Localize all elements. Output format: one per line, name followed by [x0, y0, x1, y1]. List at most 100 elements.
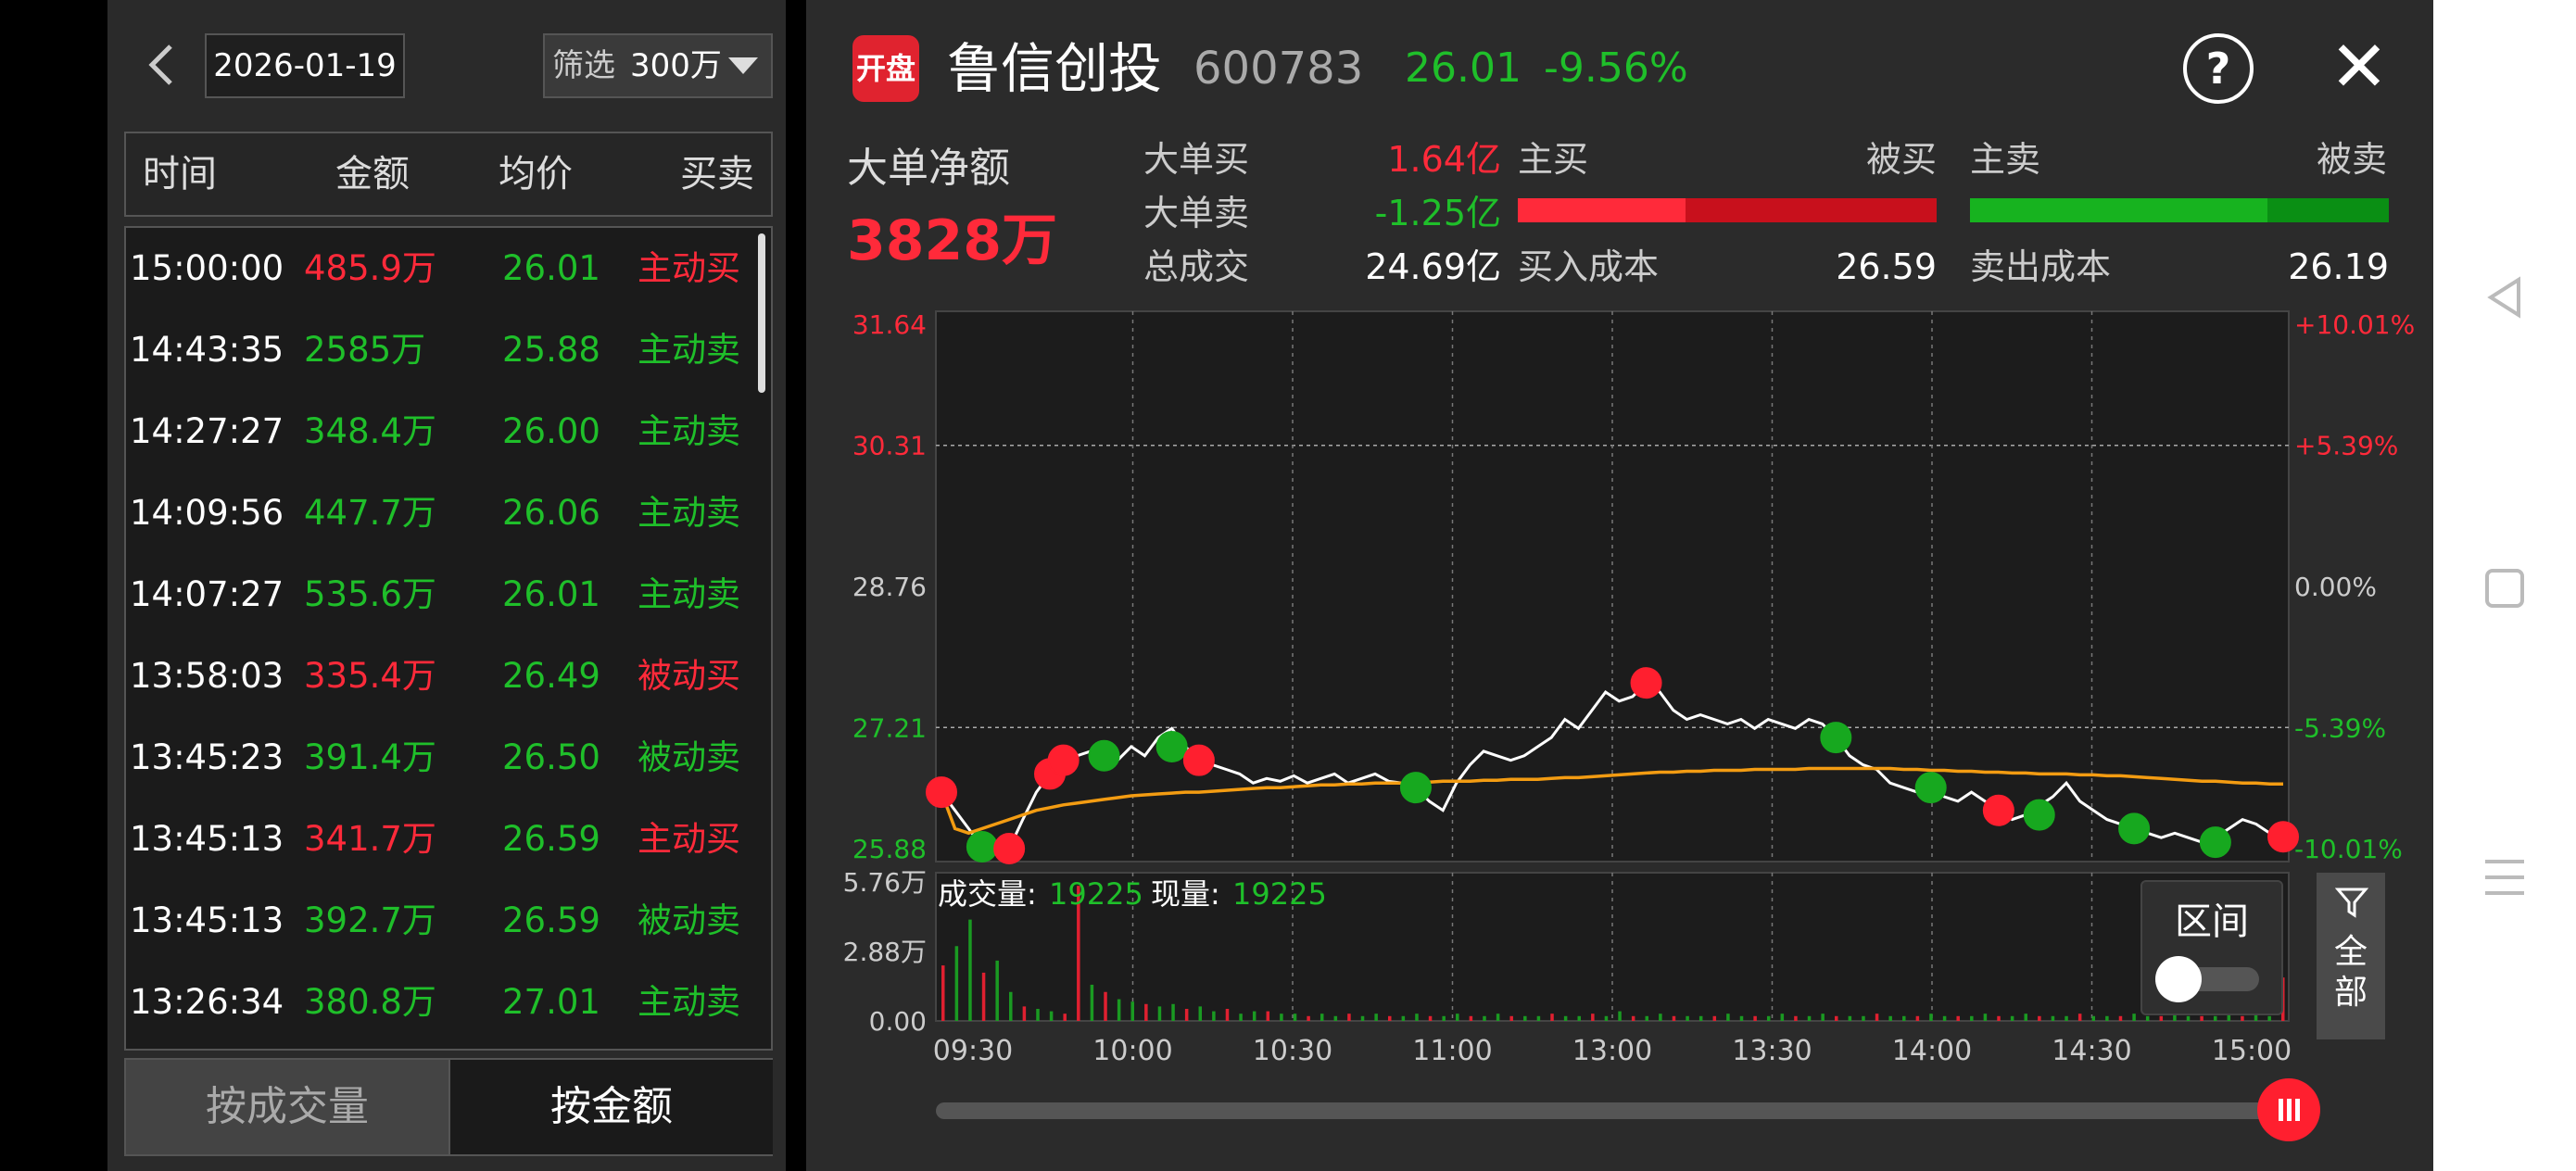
sell-cost-label: 卖出成本 — [1970, 246, 2112, 287]
row-type: 被动买 — [638, 656, 740, 696]
table-row[interactable]: 14:07:27 535.6万 26.01 主动卖 — [126, 554, 756, 636]
row-avg: 26.01 — [502, 574, 600, 614]
row-time: 14:09:56 — [130, 493, 284, 533]
volume-bar — [1496, 1014, 1500, 1021]
time-scrubber-track[interactable] — [936, 1102, 2285, 1119]
price-tick-label: 31.64 — [852, 309, 927, 340]
volume-bar — [1983, 1014, 1988, 1021]
table-row[interactable]: 13:45:13 392.7万 26.59 被动卖 — [126, 880, 756, 962]
volume-bar — [1794, 1015, 1798, 1021]
volume-bar — [1848, 1015, 1852, 1021]
volume-bar — [1956, 1015, 1960, 1021]
intraday-chart[interactable]: 31.64 +10.01% 30.31 +5.39% 28.76 0.00% 27.21 -5… — [806, 296, 2433, 1171]
big-sell-label: 大单卖 — [1143, 193, 1250, 233]
time-tick-label: 11:00 — [1412, 1035, 1492, 1067]
row-type: 主动卖 — [638, 330, 740, 370]
volume-bar — [1821, 1014, 1825, 1021]
grip-icon — [2279, 1099, 2300, 1121]
volume-value: 19225 — [1049, 876, 1143, 912]
nav-back-icon[interactable] — [2481, 274, 2528, 321]
volume-bar — [1456, 1014, 1459, 1021]
volume-bar — [1388, 1015, 1392, 1021]
stock-name: 鲁信创投 — [947, 37, 1163, 100]
volume-bar — [1672, 1015, 1676, 1021]
time-tick-label: 13:00 — [1572, 1035, 1652, 1067]
row-avg: 26.50 — [502, 737, 600, 777]
volume-bar — [1807, 1015, 1812, 1021]
volume-bar — [1659, 1014, 1662, 1021]
table-row[interactable]: 14:27:27 348.4万 26.00 主动卖 — [126, 391, 756, 472]
back-button[interactable] — [135, 37, 191, 93]
volume-bar — [1902, 1015, 1906, 1021]
trade-marker-red — [1630, 667, 1662, 699]
row-type: 主动卖 — [638, 574, 740, 614]
help-button[interactable]: ? — [2183, 33, 2254, 104]
price-tick-label: 27.21 — [852, 712, 927, 743]
app-logo: 开盘 — [852, 35, 919, 102]
row-amount: 335.4万 — [304, 656, 436, 696]
detail-panel: 开盘 鲁信创投 600783 26.01 -9.56% ? ✕ 大单净额 382… — [806, 0, 2433, 1171]
table-row[interactable]: 13:58:03 335.4万 26.49 被动买 — [126, 636, 756, 717]
pct-tick-label: 0.00% — [2294, 572, 2377, 602]
volume-bar — [1212, 1011, 1216, 1021]
nav-home-icon[interactable] — [2483, 567, 2526, 610]
row-type: 主动卖 — [638, 411, 740, 451]
all-filter-button[interactable]: 全 部 — [2317, 873, 2385, 1039]
table-row[interactable]: 15:00:00 485.9万 26.01 主动买 — [126, 228, 756, 309]
table-row[interactable]: 14:09:56 447.7万 26.06 主动卖 — [126, 472, 756, 554]
volume-bar — [2241, 1015, 2244, 1021]
trade-marker-red — [1047, 744, 1080, 776]
volume-bar — [2186, 1015, 2191, 1021]
volume-bar — [1523, 1015, 1527, 1021]
volume-bar — [1686, 1015, 1689, 1021]
row-time: 13:26:34 — [130, 982, 284, 1022]
time-tick-label: 13:30 — [1732, 1035, 1812, 1067]
row-time: 13:45:23 — [130, 737, 284, 777]
filter-dropdown[interactable]: 筛选 300万 — [543, 33, 773, 98]
table-row[interactable]: 13:45:13 341.7万 26.59 主动买 — [126, 799, 756, 880]
range-box: 区间 — [2140, 880, 2283, 1015]
volume-bar — [1591, 1014, 1595, 1021]
big-order-list[interactable]: 15:00:00 485.9万 26.01 主动买 14:43:35 2585万 25.88… — [124, 226, 773, 1051]
sell-ratio-bar — [1970, 198, 2389, 222]
volume-bar — [1698, 1015, 1703, 1021]
volume-bar — [1604, 1015, 1609, 1021]
nav-menu-icon[interactable] — [2481, 854, 2528, 900]
sort-tabs: 按成交量 按金额 — [124, 1058, 773, 1156]
row-time: 13:45:13 — [130, 819, 284, 859]
volume-bar — [1252, 1011, 1256, 1021]
row-avg: 26.59 — [502, 819, 600, 859]
table-row[interactable]: 13:45:23 391.4万 26.50 被动卖 — [126, 717, 756, 799]
stock-code: 600783 — [1193, 43, 1364, 94]
time-scrubber-handle[interactable] — [2257, 1078, 2320, 1141]
tab-by-volume[interactable]: 按成交量 — [126, 1060, 448, 1154]
tab-by-amount[interactable]: 按金额 — [448, 1060, 773, 1154]
table-row[interactable]: 14:43:35 2585万 25.88 主动卖 — [126, 309, 756, 391]
pct-tick-label: +10.01% — [2294, 309, 2415, 340]
volume-label: 成交量: — [938, 876, 1037, 912]
close-button[interactable]: ✕ — [2322, 30, 2396, 104]
volume-bar — [1307, 1015, 1310, 1021]
header-avg: 均价 — [499, 153, 573, 195]
sell-cost-value: 26.19 — [2288, 246, 2389, 287]
big-sell-value: -1.25亿 — [1374, 193, 1501, 233]
volume-bar — [1766, 1015, 1771, 1021]
funnel-icon — [2335, 888, 2368, 918]
range-toggle[interactable] — [2155, 956, 2259, 1002]
buy-cost-label: 买入成本 — [1518, 246, 1660, 287]
buy-passive-fill — [1685, 198, 1937, 222]
volume-bar — [1239, 1014, 1243, 1021]
volume-bar — [1888, 1015, 1892, 1021]
date-picker[interactable]: 2026-01-19 — [205, 33, 405, 98]
filter-label: 筛选 — [552, 47, 615, 84]
volume-bar — [1875, 1014, 1879, 1021]
table-row[interactable]: 13:26:34 380.8万 27.01 主动卖 — [126, 962, 756, 1043]
price-tick-label: 25.88 — [852, 834, 927, 864]
volume-bar — [1022, 1006, 1027, 1021]
volume-bar — [1009, 991, 1013, 1021]
list-scrollbar[interactable] — [758, 233, 765, 393]
volume-bar — [2118, 1015, 2123, 1021]
header-amount: 金额 — [335, 153, 410, 195]
row-type: 被动卖 — [638, 900, 740, 940]
big-buy-label: 大单买 — [1143, 139, 1250, 180]
